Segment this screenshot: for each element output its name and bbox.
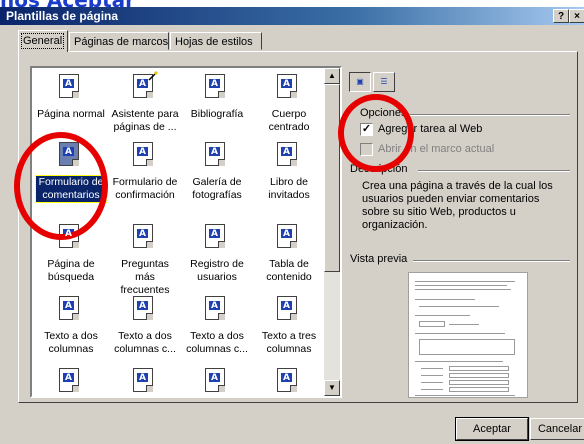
template-item[interactable]: A [182,366,252,396]
template-label: Registro de usuarios [190,258,244,283]
page-icon: A [59,224,83,252]
page-icon: A [277,142,301,170]
template-label: Texto a dos columnas c... [114,330,176,355]
open-in-frame-label: Abrir en el marco actual [378,143,495,155]
preview-separator [413,260,570,262]
page-icon: A [59,142,83,170]
vertical-scrollbar[interactable]: ▲ ▼ [324,68,340,396]
title-bar: Plantillas de página ? × [0,7,584,25]
template-item[interactable]: A [254,366,324,396]
large-icons-view-button[interactable]: ▣ [349,72,371,92]
page-icon: A [205,224,229,252]
page-icon: A [205,142,229,170]
tab-style-sheets[interactable]: Hojas de estilos [170,32,262,50]
template-item[interactable]: A [110,366,180,396]
template-item[interactable]: A Texto a dos columnas c... [110,294,180,364]
tab-general[interactable]: General [18,30,68,52]
page-icon: A [205,296,229,324]
template-label: Página normal [37,108,105,120]
template-item[interactable]: A Galería de fotografías [182,140,252,210]
page-icon: A [277,224,301,252]
preview-heading: Vista previa [350,253,411,265]
template-label: Preguntas más frecuentes [120,258,170,296]
add-task-label: Agregar tarea al Web [378,123,483,135]
template-label: Galería de fotografías [192,176,242,201]
template-label: Página de búsqueda [47,258,95,283]
template-preview-image [408,272,528,398]
template-label: Texto a dos columnas c... [186,330,248,355]
template-label: Libro de invitados [268,176,310,201]
template-item[interactable]: A Asistente para páginas de ... [110,71,180,142]
options-separator [410,114,570,116]
template-item[interactable]: A Texto a dos columnas [36,294,106,364]
template-item[interactable]: A Página de búsqueda [36,222,106,292]
page-icon: A [59,296,83,324]
page-icon: A [205,74,229,102]
ok-button[interactable]: Aceptar [455,417,529,441]
instruction-caption: nos Aceptar [0,0,200,10]
page-icon: A [277,296,301,324]
open-in-frame-checkbox[interactable] [360,143,373,156]
template-item[interactable]: A Formulario de comentarios [35,140,107,210]
description-heading: Descripción [350,163,411,175]
page-icon: A [133,368,157,396]
template-item[interactable]: A Bibliografía [182,72,252,142]
template-item[interactable]: A Página normal [36,72,106,142]
template-item[interactable]: A Texto a dos columnas c... [182,294,252,364]
page-icon: A [277,368,301,396]
template-label: Asistente para páginas de ... [111,108,179,133]
description-separator [418,170,570,172]
cancel-button[interactable]: Cancelar [530,418,584,440]
options-heading: Opciones [360,107,410,119]
template-item[interactable]: A Texto a tres columnas [254,294,324,364]
add-task-checkbox[interactable]: ✓ [360,123,373,136]
page-icon: A [133,224,157,252]
page-icon: A [133,296,157,324]
scroll-thumb[interactable] [324,84,340,272]
templates-list[interactable]: A Página normal A Asistente para páginas de… [30,66,342,398]
template-label: Texto a dos columnas [44,330,98,355]
page-icon: A [277,74,301,102]
wizard-icon: A [133,71,158,102]
template-item[interactable]: A Tabla de contenido [254,222,324,292]
template-item[interactable]: A Registro de usuarios [182,222,252,292]
template-item[interactable]: A Preguntas más frecuentes [110,222,180,296]
list-view-button[interactable]: ☰ [373,72,395,92]
template-item[interactable]: A Cuerpo centrado [254,72,324,142]
window-title: Plantillas de página [6,9,119,23]
template-label: Formulario de comentarios [35,175,107,203]
template-label: Texto a tres columnas [261,330,317,355]
template-item[interactable]: A [36,366,106,396]
template-label: Cuerpo centrado [268,108,310,133]
tab-frames-pages[interactable]: Páginas de marcos [69,32,169,50]
template-item[interactable]: A Libro de invitados [254,140,324,210]
page-icon: A [59,74,83,102]
scroll-down-button[interactable]: ▼ [324,380,340,396]
template-item[interactable]: A Formulario de confirmación [110,140,180,210]
page-icon: A [205,368,229,396]
view-toggle: ▣ ☰ [349,72,395,92]
scroll-up-button[interactable]: ▲ [324,68,340,84]
close-button[interactable]: × [569,9,584,23]
help-button[interactable]: ? [553,9,569,23]
page-icon: A [59,368,83,396]
template-label: Bibliografía [190,108,244,120]
template-label: Formulario de confirmación [112,176,178,201]
description-text: Crea una página a través de la cual los … [362,180,553,231]
page-icon: A [133,142,157,170]
template-label: Tabla de contenido [266,258,312,283]
